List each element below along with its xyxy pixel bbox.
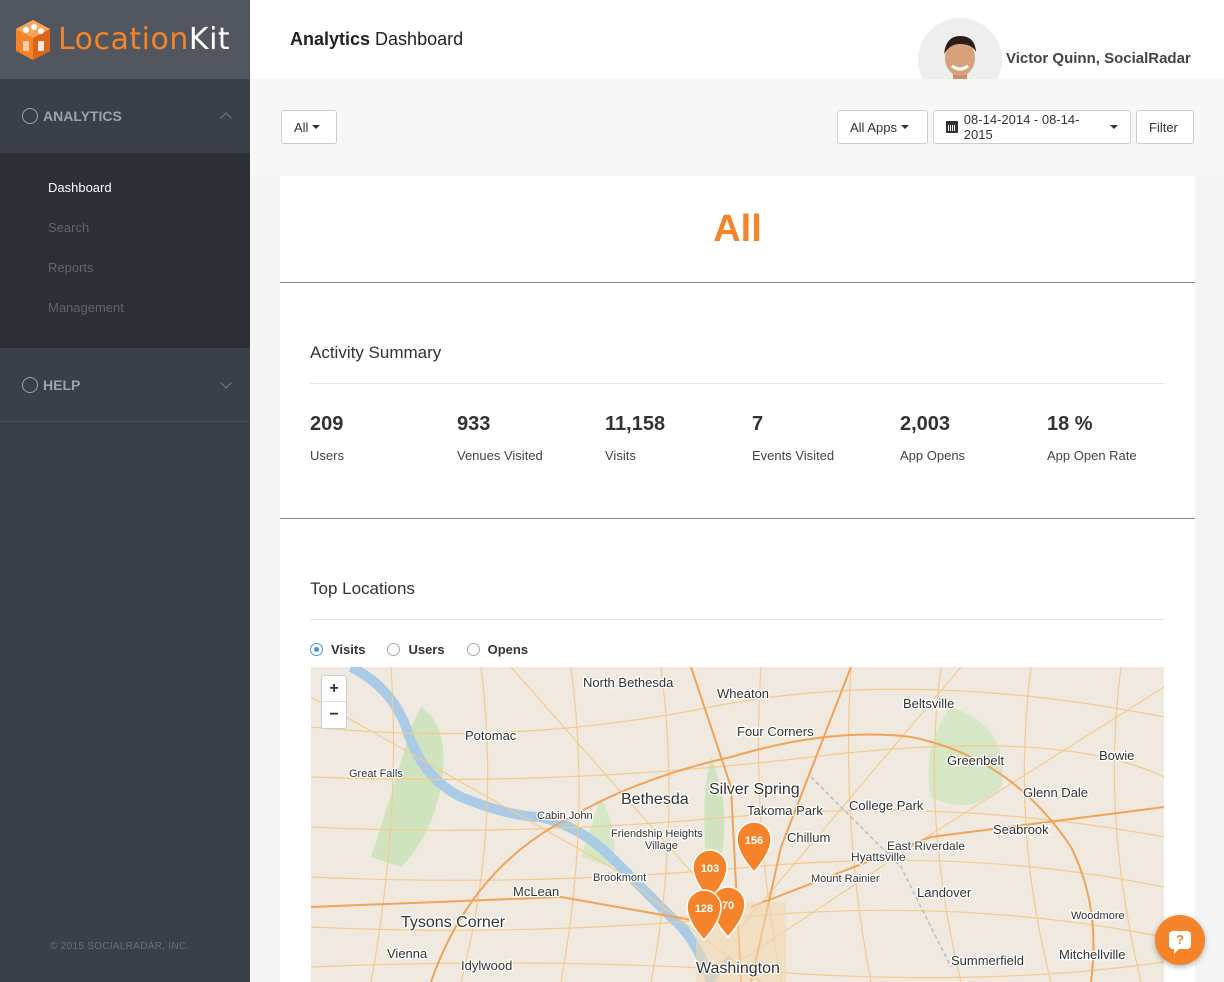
map-tiles: North Bethesda Wheaton Beltsville Potoma… [311, 667, 1164, 982]
map-label: College Park [849, 798, 924, 813]
metric-radio-group: Visits Users Opens [310, 642, 550, 657]
map-label: Washington [696, 960, 780, 977]
stat-venues-visited: 933 Venues Visited [457, 413, 543, 463]
map-label: Great Falls [349, 768, 403, 780]
divider [310, 383, 1165, 384]
map-label: Wheaton [717, 686, 769, 701]
stat-users: 209 Users [310, 413, 344, 463]
stat-app-open-rate: 18 % App Open Rate [1047, 413, 1137, 463]
pie-chart-icon [22, 108, 38, 124]
map-label: McLean [513, 884, 559, 899]
brand-logo[interactable]: LocationKit [0, 0, 250, 79]
sidebar: LocationKit ANALYTICS Dashboard Search R… [0, 0, 250, 982]
caret-down-icon [1110, 125, 1118, 129]
user-name[interactable]: Victor Quinn, SocialRadar [1006, 50, 1191, 67]
map-label: Beltsville [903, 696, 954, 711]
map-label: Tysons Corner [401, 914, 506, 931]
apps-select[interactable]: All Apps [837, 110, 928, 144]
scope-title: All [713, 207, 762, 250]
map-zoom-control: + − [321, 675, 347, 729]
map-label: Seabrook [993, 822, 1049, 837]
map-label: Mount Rainier [811, 873, 880, 885]
radio-users[interactable]: Users [387, 642, 445, 657]
analytics-subnav: Dashboard Search Reports Management [0, 153, 250, 348]
map-label: Glenn Dale [1023, 785, 1088, 800]
radio-empty-icon [387, 643, 401, 656]
locations-map[interactable]: North Bethesda Wheaton Beltsville Potoma… [311, 667, 1164, 982]
svg-text:156: 156 [745, 835, 763, 847]
stat-visits: 11,158 Visits [605, 413, 666, 463]
nav-section-label: HELP [43, 376, 81, 393]
nav-section-label: ANALYTICS [43, 108, 122, 124]
map-label: Potomac [465, 728, 517, 743]
svg-text:70: 70 [722, 900, 734, 912]
map-label: Mitchellville [1059, 947, 1125, 962]
caret-down-icon [312, 125, 321, 129]
radio-selected-icon [310, 643, 323, 656]
chevron-up-icon [220, 112, 232, 124]
map-label: Friendship Heights [611, 828, 703, 840]
svg-text:128: 128 [695, 903, 713, 915]
map-label: Idylwood [461, 958, 512, 973]
filter-button[interactable]: Filter [1136, 110, 1194, 144]
map-label: North Bethesda [583, 675, 674, 690]
help-ring-icon [22, 376, 38, 393]
scope-title-card: All [280, 176, 1195, 283]
map-label: Silver Spring [709, 781, 800, 798]
map-label: Takoma Park [747, 803, 823, 818]
zoom-in-button[interactable]: + [322, 676, 346, 702]
top-locations-card: Top Locations Visits Users Opens North B… [280, 519, 1195, 982]
scope-select[interactable]: All [281, 110, 337, 144]
sidebar-item-reports[interactable]: Reports [0, 247, 250, 287]
map-label: Village [645, 840, 678, 852]
map-label: Brookmont [593, 872, 646, 884]
stat-events-visited: 7 Events Visited [752, 413, 835, 463]
radio-empty-icon [466, 643, 480, 656]
help-chat-button[interactable]: ? [1155, 915, 1205, 965]
map-label: Woodmore [1071, 910, 1125, 922]
radio-opens[interactable]: Opens [466, 642, 528, 657]
activity-summary-card: Activity Summary 209 Users 933 Venues Vi… [280, 283, 1195, 519]
nav-section-analytics[interactable]: ANALYTICS [0, 79, 250, 153]
sidebar-item-dashboard[interactable]: Dashboard [0, 167, 250, 207]
map-label: Bowie [1099, 748, 1134, 763]
top-header: Analytics Dashboard Victor Quinn, Social… [250, 0, 1224, 100]
chevron-down-icon [220, 376, 232, 389]
map-label: Four Corners [737, 724, 814, 739]
brand-name: LocationKit [58, 22, 231, 57]
map-label: Cabin John [537, 810, 593, 822]
svg-text:103: 103 [701, 863, 719, 875]
copyright: © 2015 SOCIALRADAR, INC. [50, 941, 190, 952]
map-label: Chillum [787, 830, 830, 845]
map-label: Greenbelt [947, 753, 1004, 768]
divider [310, 619, 1165, 620]
date-range-picker[interactable]: 08-14-2014 - 08-14-2015 [933, 110, 1131, 144]
logo-icon [14, 19, 52, 61]
map-label: Summerfield [951, 953, 1024, 968]
map-label: Hyattsville [851, 850, 906, 864]
activity-summary-heading: Activity Summary [310, 343, 442, 362]
radio-visits[interactable]: Visits [310, 642, 365, 657]
page-title: Analytics Dashboard [290, 29, 464, 49]
sidebar-item-management[interactable]: Management [0, 287, 250, 327]
sidebar-item-search[interactable]: Search [0, 207, 250, 247]
filter-toolbar: All All Apps 08-14-2014 - 08-14-2015 Fil… [250, 79, 1224, 176]
top-locations-heading: Top Locations [310, 579, 415, 598]
map-label: Landover [917, 885, 972, 900]
map-label: Vienna [387, 946, 428, 961]
stat-app-opens: 2,003 App Opens [900, 413, 966, 463]
caret-down-icon [900, 125, 909, 129]
map-label: Bethesda [621, 791, 689, 808]
nav-section-help[interactable]: HELP [0, 348, 250, 422]
calendar-icon [946, 121, 958, 133]
chat-bubble-icon: ? [1169, 931, 1191, 954]
zoom-out-button[interactable]: − [322, 702, 346, 728]
